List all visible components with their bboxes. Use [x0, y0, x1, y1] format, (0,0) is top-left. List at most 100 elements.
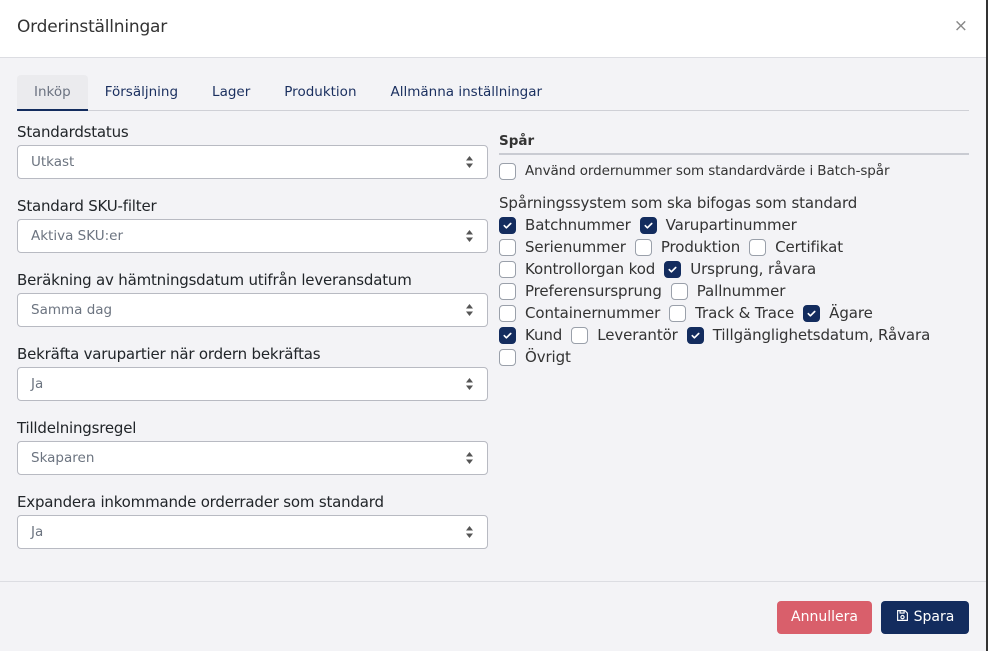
tracking-checkbox[interactable]: Övrigt	[499, 346, 571, 368]
select-value: Ja	[31, 376, 44, 392]
select-arrows-icon	[466, 452, 473, 464]
modal-title: Orderinställningar	[17, 17, 168, 37]
checkbox-label: Övrigt	[525, 348, 571, 366]
select-value: Samma dag	[31, 302, 113, 318]
checkbox-box[interactable]	[499, 260, 516, 278]
tab-bar: Inköp Försäljning Lager Produktion Allmä…	[17, 75, 969, 111]
tab-lager[interactable]: Lager	[195, 75, 267, 110]
checkbox-row: Övrigt	[499, 346, 969, 368]
checkbox-box[interactable]	[499, 326, 516, 344]
check-icon	[503, 222, 512, 229]
tracking-checkbox[interactable]: Kontrollorgan kod	[499, 258, 655, 280]
checkbox-label: Ursprung, råvara	[690, 260, 817, 278]
checkbox-label: Pallnummer	[696, 282, 786, 300]
field-label: Expandera inkommande orderrader som stan…	[17, 493, 384, 511]
select-dropdown[interactable]: Utkast	[17, 145, 488, 179]
tracking-checkbox[interactable]: Pallnummer	[670, 280, 786, 302]
tracking-checkbox[interactable]: Ursprung, råvara	[664, 258, 816, 280]
tracking-checkbox[interactable]: Kund	[499, 324, 562, 346]
tracking-checkbox[interactable]: Varupartinummer	[639, 214, 797, 236]
select-arrows-icon	[466, 526, 473, 538]
tracking-checkbox[interactable]: Preferensursprung	[499, 280, 662, 302]
checkbox-box[interactable]	[669, 304, 687, 322]
tracking-systems-title: Spårningssystem som ska bifogas som stan…	[499, 194, 858, 212]
checkbox-label: Kontrollorgan kod	[525, 260, 656, 278]
tracking-checkbox[interactable]: Leverantör	[571, 324, 678, 346]
order-settings-modal: Orderinställningar × Inköp Försäljning L…	[0, 0, 988, 651]
field-label: Standard SKU-filter	[17, 197, 157, 215]
select-value: Utkast	[31, 154, 75, 170]
field-label: Tilldelningsregel	[17, 419, 137, 437]
tracking-checkbox[interactable]: Ägare	[803, 302, 873, 324]
form-field: Standard SKU-filter Aktiva SKU:er	[17, 194, 488, 253]
tab-forsaljning[interactable]: Försäljning	[88, 75, 195, 110]
select-value: Aktiva SKU:er	[31, 228, 123, 244]
select-arrows-icon	[466, 304, 473, 316]
checkbox-label: Leverantör	[597, 326, 678, 344]
modal-footer: Annullera Spara	[0, 581, 986, 651]
close-icon[interactable]: ×	[954, 16, 968, 36]
check-icon	[691, 332, 700, 339]
checkbox-row: Kund Leverantör Tillgänglighetsdatum, Råva…	[499, 324, 969, 346]
tab-allmanna-installningar[interactable]: Allmänna inställningar	[374, 75, 560, 110]
check-icon	[644, 222, 653, 229]
save-label: Spara	[913, 609, 955, 625]
select-dropdown[interactable]: Aktiva SKU:er	[17, 219, 488, 253]
check-icon	[807, 310, 816, 317]
checkbox-box[interactable]	[499, 304, 516, 322]
select-value: Skaparen	[31, 450, 95, 466]
form-field: Bekräfta varupartier när ordern bekräfta…	[17, 342, 488, 401]
form-field: Standardstatus Utkast	[17, 120, 488, 179]
checkbox-box[interactable]	[499, 238, 516, 256]
checkbox-row: Preferensursprung Pallnummer	[499, 280, 969, 302]
section-title-spar: Spår	[499, 130, 969, 155]
checkbox-label: Track & Trace	[695, 304, 795, 322]
checkbox-label: Batchnummer	[525, 216, 631, 234]
select-dropdown[interactable]: Skaparen	[17, 441, 488, 475]
checkbox-box[interactable]	[499, 216, 516, 234]
checkbox-row: Containernummer Track & Trace Ägare	[499, 302, 969, 324]
select-arrows-icon	[466, 378, 473, 390]
modal-header: Orderinställningar ×	[0, 0, 986, 58]
select-dropdown[interactable]: Samma dag	[17, 293, 488, 327]
checkbox-label: Varupartinummer	[665, 216, 797, 234]
settings-fields: Standardstatus Utkast Standard SKU-filter…	[17, 120, 488, 564]
check-icon	[503, 332, 512, 339]
checkbox-row: Batchnummer Varupartinummer	[499, 214, 969, 236]
tab-produktion[interactable]: Produktion	[267, 75, 373, 110]
checkbox-box[interactable]	[639, 216, 657, 234]
checkbox-box[interactable]	[686, 326, 704, 344]
tracking-checkbox[interactable]: Serienummer	[499, 236, 626, 258]
checkbox-box[interactable]	[803, 304, 821, 322]
checkbox-label: Produktion	[660, 238, 741, 256]
checkbox-use-order-number[interactable]: Använd ordernummer som standardvärde i B…	[499, 160, 890, 182]
tracking-checkbox[interactable]: Certifikat	[749, 236, 843, 258]
checkbox-label: Serienummer	[525, 238, 626, 256]
tracking-systems-list: Batchnummer Varupartinummer Serienummer Pro…	[499, 214, 969, 368]
checkbox-box[interactable]	[670, 282, 688, 300]
checkbox-label: Ägare	[829, 304, 873, 322]
checkbox-box[interactable]	[634, 238, 652, 256]
tracking-checkbox[interactable]: Tillgänglighetsdatum, Råvara	[686, 324, 930, 346]
tracking-checkbox[interactable]: Produktion	[634, 236, 741, 258]
tracking-checkbox[interactable]: Containernummer	[499, 302, 660, 324]
check-icon	[668, 266, 677, 273]
save-button[interactable]: Spara	[881, 601, 969, 634]
select-dropdown[interactable]: Ja	[17, 367, 488, 401]
checkbox-box[interactable]	[664, 260, 682, 278]
select-dropdown[interactable]: Ja	[17, 515, 488, 549]
tracking-checkbox[interactable]: Track & Trace	[669, 302, 794, 324]
tracking-checkbox[interactable]: Batchnummer	[499, 214, 631, 236]
cancel-button[interactable]: Annullera	[777, 601, 872, 634]
checkbox-label: Certifikat	[775, 238, 843, 256]
checkbox-box[interactable]	[499, 162, 516, 180]
field-label: Standardstatus	[17, 123, 129, 141]
checkbox-box[interactable]	[499, 282, 516, 300]
field-label: Bekräfta varupartier när ordern bekräfta…	[17, 345, 321, 363]
checkbox-box[interactable]	[571, 326, 589, 344]
select-arrows-icon	[466, 156, 473, 168]
tab-inkop[interactable]: Inköp	[17, 75, 88, 111]
checkbox-box[interactable]	[499, 348, 516, 366]
select-arrows-icon	[466, 230, 473, 242]
checkbox-box[interactable]	[749, 238, 767, 256]
